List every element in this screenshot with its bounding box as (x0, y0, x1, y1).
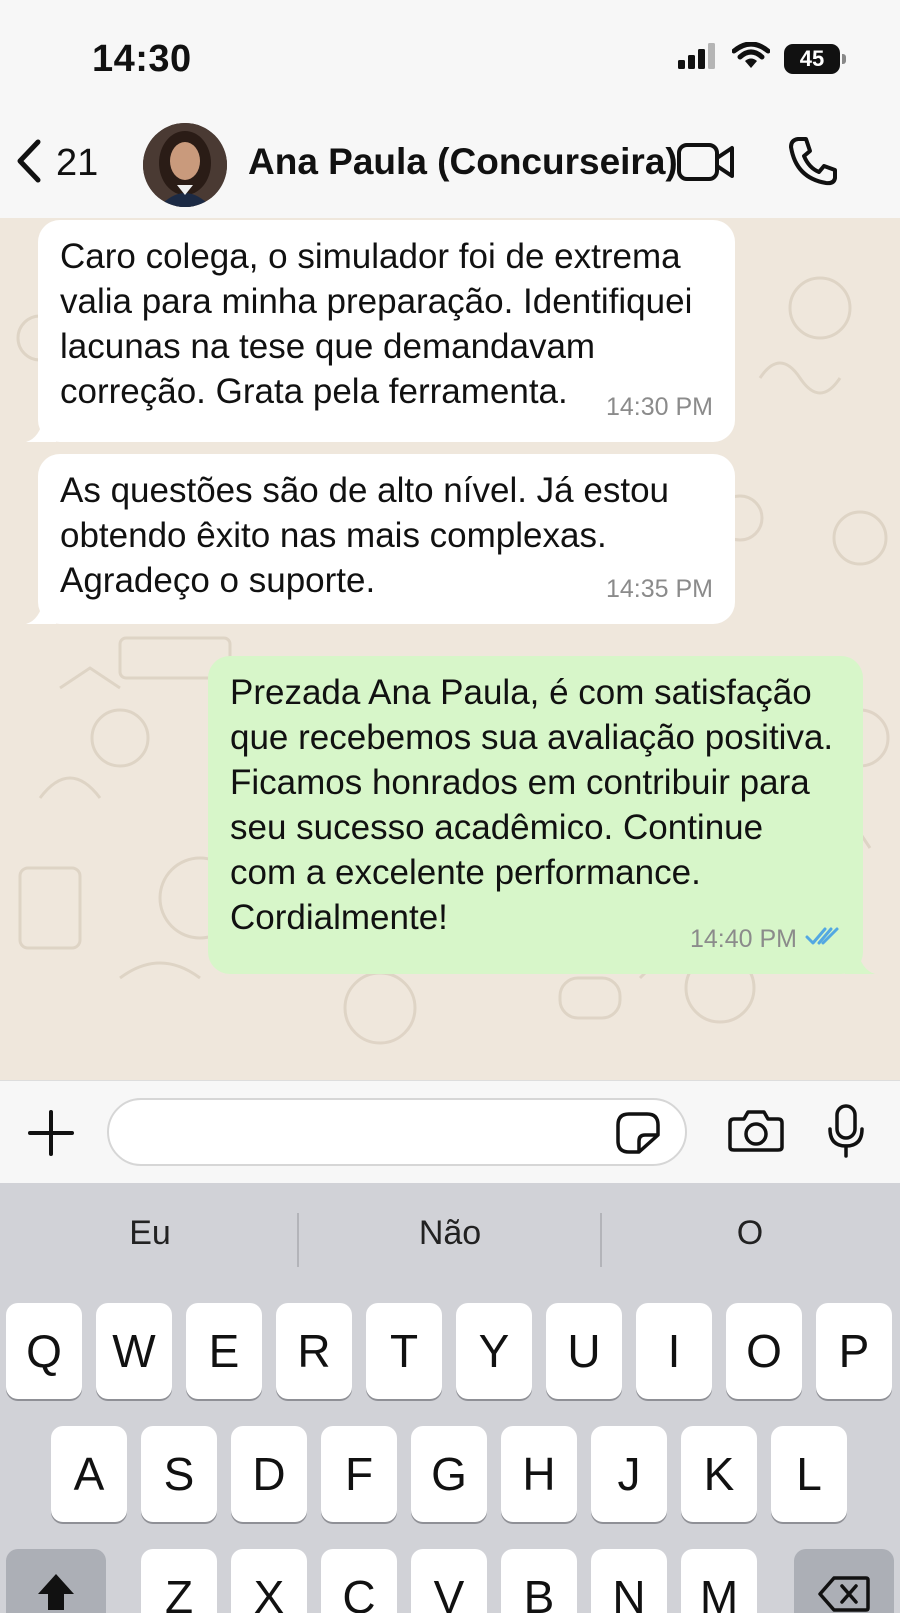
suggestion-divider (297, 1213, 299, 1267)
key-n[interactable]: N (591, 1549, 667, 1613)
key-q[interactable]: Q (6, 1303, 82, 1399)
key-o[interactable]: O (726, 1303, 802, 1399)
message-time: 14:35 PM (606, 567, 713, 612)
phone-icon (788, 137, 838, 191)
chevron-left-icon (14, 138, 44, 189)
key-t[interactable]: T (366, 1303, 442, 1399)
key-j[interactable]: J (591, 1426, 667, 1522)
message-text-line: obtendo êxito nas mais complexas. (60, 516, 607, 555)
key-m[interactable]: M (681, 1549, 757, 1613)
sticker-icon (615, 1112, 661, 1159)
voice-call-button[interactable] (788, 135, 838, 192)
message-text-line: Caro colega, o simulador foi de extrema (60, 237, 681, 276)
microphone-icon (826, 1104, 866, 1163)
camera-icon (728, 1110, 784, 1157)
key-i[interactable]: I (636, 1303, 712, 1399)
message-time-text: 14:30 PM (605, 393, 713, 421)
keyboard: Eu Não O Q W E R T Y U I O P A S D F G H… (0, 1183, 900, 1613)
wifi-icon (731, 41, 771, 75)
microphone-button[interactable] (826, 1103, 866, 1164)
video-camera-icon (676, 143, 736, 187)
status-bar: 14:30 45 (0, 0, 900, 115)
key-g[interactable]: G (411, 1426, 487, 1522)
key-z[interactable]: Z (141, 1549, 217, 1613)
message-text-line: que recebemos sua avaliação positiva. (230, 718, 834, 757)
message-text-line: com a excelente performance. (230, 853, 701, 892)
bubble-tail (26, 416, 56, 442)
backspace-key[interactable] (794, 1549, 894, 1613)
status-time: 14:30 (92, 38, 192, 80)
key-f[interactable]: F (321, 1426, 397, 1522)
status-icons: 45 (678, 41, 846, 75)
bubble-tail (26, 598, 56, 624)
message-text-line: seu sucesso acadêmico. Continue (230, 808, 764, 847)
message-bubble-incoming[interactable]: Caro colega, o simulador foi de extrema … (26, 220, 735, 442)
message-text-line: Ficamos honrados em contribuir para (230, 763, 810, 802)
key-y[interactable]: Y (456, 1303, 532, 1399)
key-d[interactable]: D (231, 1426, 307, 1522)
suggestion-item[interactable]: Não (300, 1183, 600, 1283)
key-r[interactable]: R (276, 1303, 352, 1399)
message-input[interactable] (107, 1098, 687, 1166)
message-bubble-incoming[interactable]: As questões são de alto nível. Já estou … (26, 454, 735, 624)
backspace-icon (818, 1570, 870, 1613)
key-e[interactable]: E (186, 1303, 262, 1399)
key-p[interactable]: P (816, 1303, 892, 1399)
back-button[interactable]: 21 (14, 133, 98, 193)
message-time: 14:40 PM (690, 917, 841, 962)
chat-area[interactable]: Caro colega, o simulador foi de extrema … (0, 218, 900, 1080)
shift-icon (34, 1570, 78, 1613)
key-l[interactable]: L (771, 1426, 847, 1522)
message-bubble-outgoing[interactable]: Prezada Ana Paula, é com satisfação que … (208, 656, 875, 974)
message-text-line: lacunas na tese que demandavam (60, 327, 596, 366)
key-w[interactable]: W (96, 1303, 172, 1399)
camera-button[interactable] (728, 1107, 784, 1158)
unread-count: 21 (56, 141, 99, 184)
contact-name[interactable]: Ana Paula (Concurseira) (248, 141, 678, 183)
read-ticks-icon (805, 917, 841, 962)
key-s[interactable]: S (141, 1426, 217, 1522)
attach-button[interactable] (26, 1108, 76, 1163)
key-b[interactable]: B (501, 1549, 577, 1613)
plus-icon (26, 1110, 76, 1162)
key-v[interactable]: V (411, 1549, 487, 1613)
sticker-button[interactable] (615, 1111, 661, 1160)
key-k[interactable]: K (681, 1426, 757, 1522)
suggestion-item[interactable]: Eu (0, 1183, 300, 1283)
message-time-text: 14:40 PM (689, 925, 797, 953)
message-text-line: valia para minha preparação. Identifique… (60, 282, 693, 321)
message-time-text: 14:35 PM (605, 575, 713, 603)
key-c[interactable]: C (321, 1549, 397, 1613)
key-x[interactable]: X (231, 1549, 307, 1613)
composer (0, 1080, 900, 1183)
battery-icon: 45 (784, 43, 846, 74)
suggestion-bar: Eu Não O (0, 1183, 900, 1283)
chat-header: 21 Ana Paula (Concurseira) (0, 115, 900, 218)
signal-icon (678, 43, 718, 74)
key-h[interactable]: H (501, 1426, 577, 1522)
message-time: 14:30 PM (606, 385, 713, 430)
shift-key[interactable] (6, 1549, 106, 1613)
message-text-line: Prezada Ana Paula, é com satisfação (230, 673, 812, 712)
avatar[interactable] (143, 123, 227, 207)
video-call-button[interactable] (676, 141, 736, 188)
key-a[interactable]: A (51, 1426, 127, 1522)
key-u[interactable]: U (546, 1303, 622, 1399)
suggestion-item[interactable]: O (600, 1183, 900, 1283)
message-text-line: As questões são de alto nível. Já estou (60, 471, 669, 510)
bubble-tail (845, 948, 875, 974)
